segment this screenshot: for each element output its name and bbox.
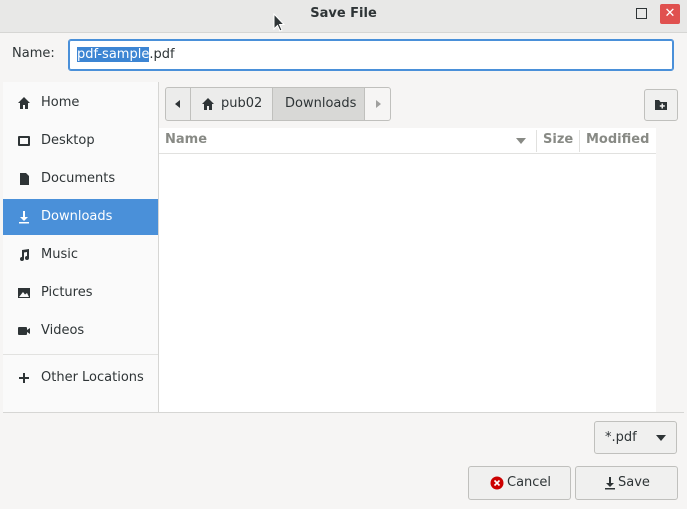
new-folder-button[interactable] xyxy=(644,89,678,121)
path-home-button[interactable]: pub02 xyxy=(190,87,273,121)
document-icon xyxy=(20,173,29,185)
sidebar-item-pictures[interactable]: Pictures xyxy=(3,275,158,311)
sidebar-item-other-locations[interactable]: Other Locations xyxy=(3,360,158,396)
save-button[interactable]: Save xyxy=(575,466,678,500)
music-icon xyxy=(20,249,29,261)
desktop-icon xyxy=(18,136,30,146)
file-list-header: Name Size Modified xyxy=(159,128,656,154)
sidebar-item-label: Documents xyxy=(41,171,116,186)
path-home-label: pub02 xyxy=(221,96,263,111)
sidebar-item-label: Downloads xyxy=(41,209,113,224)
title-bar[interactable]: Save File ✕ xyxy=(0,0,687,33)
path-current-label: Downloads xyxy=(285,96,357,111)
filename-input[interactable]: pdf-sample.pdf xyxy=(68,39,674,71)
sidebar-item-label: Desktop xyxy=(41,133,95,148)
file-list-scroll-area xyxy=(656,128,686,412)
video-icon xyxy=(18,327,30,335)
window-title: Save File xyxy=(310,6,377,21)
home-icon xyxy=(202,98,214,110)
filter-value: *.pdf xyxy=(605,430,637,445)
chevron-left-icon xyxy=(175,100,180,108)
sidebar-item-videos[interactable]: Videos xyxy=(3,313,158,349)
mouse-cursor-icon xyxy=(273,13,285,32)
places-sidebar: Home Desktop Documents Downloads Music P… xyxy=(3,82,159,412)
column-size-header[interactable]: Size xyxy=(543,128,573,153)
file-type-filter-select[interactable]: *.pdf xyxy=(594,421,677,454)
cancel-button[interactable]: Cancel xyxy=(468,466,571,500)
sidebar-item-desktop[interactable]: Desktop xyxy=(3,123,158,159)
sidebar-item-label: Home xyxy=(41,95,80,110)
picture-icon xyxy=(18,288,30,298)
cancel-label: Cancel xyxy=(507,475,552,490)
home-icon xyxy=(18,97,30,109)
filename-selected-text: pdf-sample xyxy=(77,47,150,62)
path-current-button[interactable]: Downloads xyxy=(272,87,365,121)
column-divider xyxy=(579,130,580,152)
sidebar-item-music[interactable]: Music xyxy=(3,237,158,273)
file-list[interactable]: Name Size Modified xyxy=(159,128,656,412)
plus-icon xyxy=(19,373,29,383)
save-label: Save xyxy=(618,475,650,490)
chevron-right-icon xyxy=(376,100,381,108)
download-icon xyxy=(19,211,29,224)
sidebar-item-documents[interactable]: Documents xyxy=(3,161,158,197)
path-forward-button[interactable] xyxy=(364,87,391,121)
maximize-button[interactable] xyxy=(636,8,647,19)
close-button[interactable]: ✕ xyxy=(660,4,680,24)
sidebar-item-home[interactable]: Home xyxy=(3,85,158,121)
filename-extension-text: .pdf xyxy=(149,47,175,62)
column-divider xyxy=(536,130,537,152)
download-icon xyxy=(605,477,615,490)
column-name-header[interactable]: Name xyxy=(165,128,207,153)
column-modified-header[interactable]: Modified xyxy=(586,128,649,153)
sidebar-item-label: Videos xyxy=(41,323,85,338)
bottom-separator xyxy=(3,412,684,413)
sidebar-item-label: Pictures xyxy=(41,285,93,300)
folder-new-icon xyxy=(655,100,667,110)
cancel-icon xyxy=(490,476,504,490)
sidebar-item-label: Other Locations xyxy=(41,370,144,385)
name-label: Name: xyxy=(12,46,55,61)
save-file-dialog: Save File ✕ Name: pdf-sample.pdf Home De… xyxy=(0,0,687,509)
sidebar-item-downloads[interactable]: Downloads xyxy=(3,199,158,235)
path-back-button[interactable] xyxy=(165,87,191,121)
close-icon: ✕ xyxy=(664,6,676,21)
sidebar-separator xyxy=(3,354,158,355)
sidebar-item-label: Music xyxy=(41,247,78,262)
sort-down-icon xyxy=(516,138,526,144)
chevron-down-icon xyxy=(656,435,666,441)
